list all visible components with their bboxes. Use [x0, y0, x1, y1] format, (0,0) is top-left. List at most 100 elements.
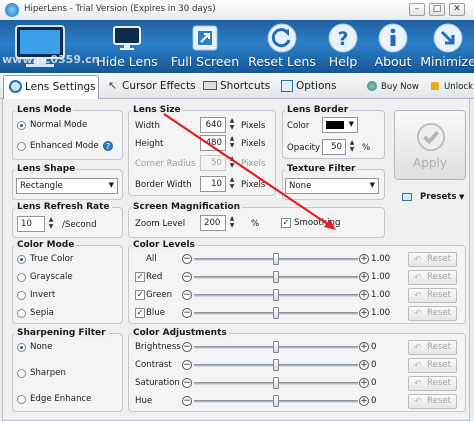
saturation-increase-icon[interactable]: + — [359, 378, 369, 388]
texture-filter-value: None — [289, 181, 312, 191]
blue-decrease-icon[interactable]: − — [182, 308, 192, 318]
blue-reset-label: Reset — [426, 308, 451, 318]
refresh-rate-spinner[interactable]: ▲ ▼ — [46, 216, 56, 232]
corner-radius-unit: Pixels — [241, 159, 266, 169]
tab-options[interactable]: Options — [279, 75, 343, 99]
saturation-reset-button[interactable]: ↶ Reset — [408, 376, 457, 391]
height-input[interactable]: 480 — [200, 135, 226, 151]
border-width-input[interactable]: 10 — [200, 176, 226, 192]
saturation-slider-thumb[interactable] — [273, 377, 279, 389]
brightness-increase-icon[interactable]: + — [359, 342, 369, 352]
refresh-rate-input[interactable]: 10 — [17, 216, 45, 232]
red-reset-button[interactable]: ↶ Reset — [408, 270, 457, 285]
brightness-decrease-icon[interactable]: − — [182, 342, 192, 352]
lens-shape-select[interactable]: Rectangle ▼ — [16, 178, 118, 194]
blue-reset-button[interactable]: ↶ Reset — [408, 306, 457, 321]
blue-slider-thumb[interactable] — [273, 307, 279, 319]
presets-button[interactable]: Presets ▼ — [402, 191, 468, 205]
opacity-spinner[interactable]: ▲ ▼ — [347, 139, 357, 155]
hue-slider-thumb[interactable] — [273, 395, 279, 407]
all-reset-button[interactable]: ↶ Reset — [408, 252, 457, 267]
red-slider-thumb[interactable] — [273, 271, 279, 283]
hue-label: Hue — [135, 396, 153, 406]
zoom-level-spinner[interactable]: ▲ ▼ — [227, 215, 237, 231]
sharpen-radio[interactable] — [17, 369, 26, 378]
refresh-rate-title: Lens Refresh Rate — [15, 202, 112, 212]
full-screen-button[interactable]: Full Screen — [168, 20, 242, 73]
contrast-slider-thumb[interactable] — [273, 359, 279, 371]
green-channel-checkbox[interactable]: ✓ — [135, 290, 145, 300]
apply-button[interactable]: Apply — [394, 110, 466, 180]
red-increase-icon[interactable]: + — [359, 272, 369, 282]
red-channel-checkbox[interactable]: ✓ — [135, 272, 145, 282]
invert-radio[interactable] — [17, 291, 26, 300]
hide-lens-button[interactable]: Hide Lens — [92, 20, 162, 73]
contrast-decrease-icon[interactable]: − — [182, 360, 192, 370]
about-button[interactable]: About — [370, 20, 416, 73]
reset-lens-button[interactable]: Reset Lens — [248, 20, 316, 73]
opacity-input[interactable]: 50 — [322, 139, 346, 155]
edge-enhance-radio[interactable] — [17, 395, 26, 404]
green-slider-thumb[interactable] — [273, 289, 279, 301]
options-icon — [281, 80, 293, 92]
green-reset-button[interactable]: ↶ Reset — [408, 288, 457, 303]
reset-lens-label: Reset Lens — [248, 54, 316, 69]
tab-cursor-effects[interactable]: ↖ Cursor Effects — [104, 75, 196, 99]
normal-mode-radio[interactable] — [17, 121, 26, 130]
help-button[interactable]: ? Help — [322, 20, 364, 73]
green-increase-icon[interactable]: + — [359, 290, 369, 300]
unlock-link[interactable]: Unlock — [429, 75, 474, 99]
saturation-label: Saturation — [135, 378, 180, 388]
chevron-down-icon: ▼ — [348, 120, 354, 128]
border-width-spinner[interactable]: ▲ ▼ — [227, 176, 237, 192]
enhanced-mode-label: Enhanced Mode — [30, 141, 99, 151]
true-color-radio[interactable] — [17, 255, 26, 264]
texture-filter-select[interactable]: None ▼ — [285, 178, 379, 194]
tab-lens-settings[interactable]: Lens Settings — [3, 75, 99, 99]
height-spinner[interactable]: ▲ ▼ — [227, 135, 237, 151]
blue-channel-checkbox[interactable]: ✓ — [135, 308, 145, 318]
window-maximize-button[interactable]: □ — [429, 3, 445, 16]
svg-text:?: ? — [337, 28, 348, 50]
tab-shortcuts[interactable]: Shortcuts — [201, 75, 275, 99]
lens-mode-title: Lens Mode — [15, 105, 74, 115]
enhanced-mode-radio[interactable] — [17, 142, 26, 151]
brightness-slider-thumb[interactable] — [273, 341, 279, 353]
brightness-reset-button[interactable]: ↶ Reset — [408, 340, 457, 355]
all-increase-icon[interactable]: + — [359, 254, 369, 264]
reset-arrow-icon: ↶ — [414, 379, 422, 389]
smoothing-checkbox[interactable]: ✓ — [281, 218, 291, 228]
window-minimize-button[interactable]: – — [409, 3, 425, 16]
all-slider-thumb[interactable] — [273, 253, 279, 265]
contrast-reset-button[interactable]: ↶ Reset — [408, 358, 457, 373]
contrast-increase-icon[interactable]: + — [359, 360, 369, 370]
reset-arrow-icon: ↶ — [414, 309, 422, 319]
green-decrease-icon[interactable]: − — [182, 290, 192, 300]
buy-now-link[interactable]: Buy Now — [366, 75, 422, 99]
minimize-label: Minimize — [420, 54, 474, 69]
reset-arrow-icon — [267, 23, 297, 53]
hue-reset-button[interactable]: ↶ Reset — [408, 394, 457, 409]
width-input[interactable]: 640 — [200, 117, 226, 133]
border-color-swatch — [326, 121, 344, 129]
window-close-button[interactable]: ✕ — [449, 3, 465, 16]
enhanced-mode-help-icon[interactable]: ? — [103, 141, 113, 151]
all-decrease-icon[interactable]: − — [182, 254, 192, 264]
width-spinner[interactable]: ▲ ▼ — [227, 117, 237, 133]
saturation-reset-label: Reset — [426, 378, 451, 388]
saturation-decrease-icon[interactable]: − — [182, 378, 192, 388]
sharpening-filter-title: Sharpening Filter — [15, 328, 108, 338]
red-decrease-icon[interactable]: − — [182, 272, 192, 282]
sharpen-none-radio[interactable] — [17, 343, 26, 352]
hue-decrease-icon[interactable]: − — [182, 396, 192, 406]
sepia-radio[interactable] — [17, 309, 26, 318]
zoom-level-input[interactable]: 200 — [200, 215, 226, 231]
grayscale-radio[interactable] — [17, 273, 26, 282]
cursor-icon: ↖ — [108, 79, 118, 92]
hue-increase-icon[interactable]: + — [359, 396, 369, 406]
border-color-picker[interactable]: ▼ — [322, 117, 358, 133]
reset-arrow-icon: ↶ — [414, 273, 422, 283]
blue-increase-icon[interactable]: + — [359, 308, 369, 318]
minimize-button[interactable]: Minimize — [420, 20, 474, 73]
brightness-value: 0 — [371, 342, 377, 352]
